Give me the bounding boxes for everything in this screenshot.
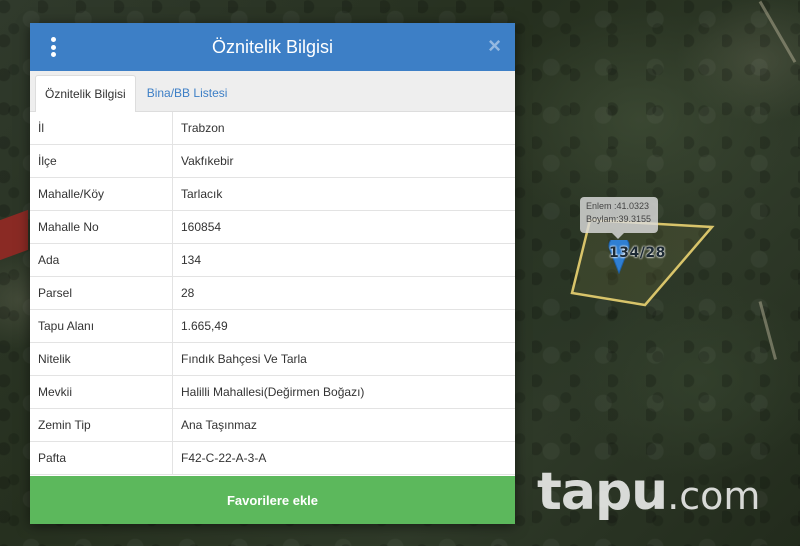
table-row: Mahalle No 160854: [30, 210, 515, 244]
row-key: Mahalle No: [30, 210, 173, 244]
row-value: F42-C-22-A-3-A: [172, 441, 515, 475]
table-row: Pafta F42-C-22-A-3-A: [30, 441, 515, 475]
row-value: Fındık Bahçesi Ve Tarla: [172, 342, 515, 376]
row-key: Nitelik: [30, 342, 173, 376]
row-value: Vakfıkebir: [172, 144, 515, 178]
row-value: Ana Taşınmaz: [172, 408, 515, 442]
dialog-header: Öznitelik Bilgisi ×: [30, 23, 515, 71]
row-key: Mahalle/Köy: [30, 177, 173, 211]
row-value: 160854: [172, 210, 515, 244]
table-row: İl Trabzon: [30, 112, 515, 145]
row-key: Pafta: [30, 441, 173, 475]
row-key: İlçe: [30, 144, 173, 178]
row-key: Ada: [30, 243, 173, 277]
watermark-suffix: .com: [667, 474, 761, 518]
latitude-text: Enlem :41.0323: [586, 201, 650, 211]
add-favorite-button[interactable]: Favorilere ekle: [30, 476, 515, 524]
row-key: İl: [30, 112, 173, 145]
table-row: Parsel 28: [30, 276, 515, 310]
row-key: Mevkii: [30, 375, 173, 409]
table-row: Mevkii Halilli Mahallesi(Değirmen Boğazı): [30, 375, 515, 409]
coordinate-tooltip: Enlem :41.0323 Boylam:39.3155: [580, 197, 658, 239]
table-row: Tapu Alanı 1.665,49: [30, 309, 515, 343]
row-value: Halilli Mahallesi(Değirmen Boğazı): [172, 375, 515, 409]
row-key: Parsel: [30, 276, 173, 310]
attribute-table: İl Trabzon İlçe Vakfıkebir Mahalle/Köy Tarl…: [30, 112, 515, 475]
parcel-label: 134/28: [609, 245, 666, 261]
row-key: Zemin Tip: [30, 408, 173, 442]
row-value: 134: [172, 243, 515, 277]
close-icon[interactable]: ×: [488, 35, 501, 57]
table-row: Ada 134: [30, 243, 515, 277]
row-value: Tarlacık: [172, 177, 515, 211]
attribute-dialog: Öznitelik Bilgisi × Öznitelik Bilgisi Bi…: [30, 23, 515, 524]
tab-building-list[interactable]: Bina/BB Listesi: [138, 75, 237, 111]
watermark-main: tapu: [537, 462, 668, 522]
dialog-title: Öznitelik Bilgisi: [211, 36, 334, 57]
table-row: Nitelik Fındık Bahçesi Ve Tarla: [30, 342, 515, 376]
longitude-text: Boylam:39.3155: [586, 214, 652, 224]
table-row: Mahalle/Köy Tarlacık: [30, 177, 515, 211]
table-row: İlçe Vakfıkebir: [30, 144, 515, 178]
row-key: Tapu Alanı: [30, 309, 173, 343]
row-value: 1.665,49: [172, 309, 515, 343]
tab-bar: Öznitelik Bilgisi Bina/BB Listesi: [30, 71, 515, 112]
tab-attributes[interactable]: Öznitelik Bilgisi: [35, 75, 136, 112]
row-value: 28: [172, 276, 515, 310]
vertical-dots-icon[interactable]: [48, 37, 58, 57]
watermark-logo: tapu.com: [537, 462, 760, 522]
table-row: Zemin Tip Ana Taşınmaz: [30, 408, 515, 442]
row-value: Trabzon: [172, 112, 515, 145]
